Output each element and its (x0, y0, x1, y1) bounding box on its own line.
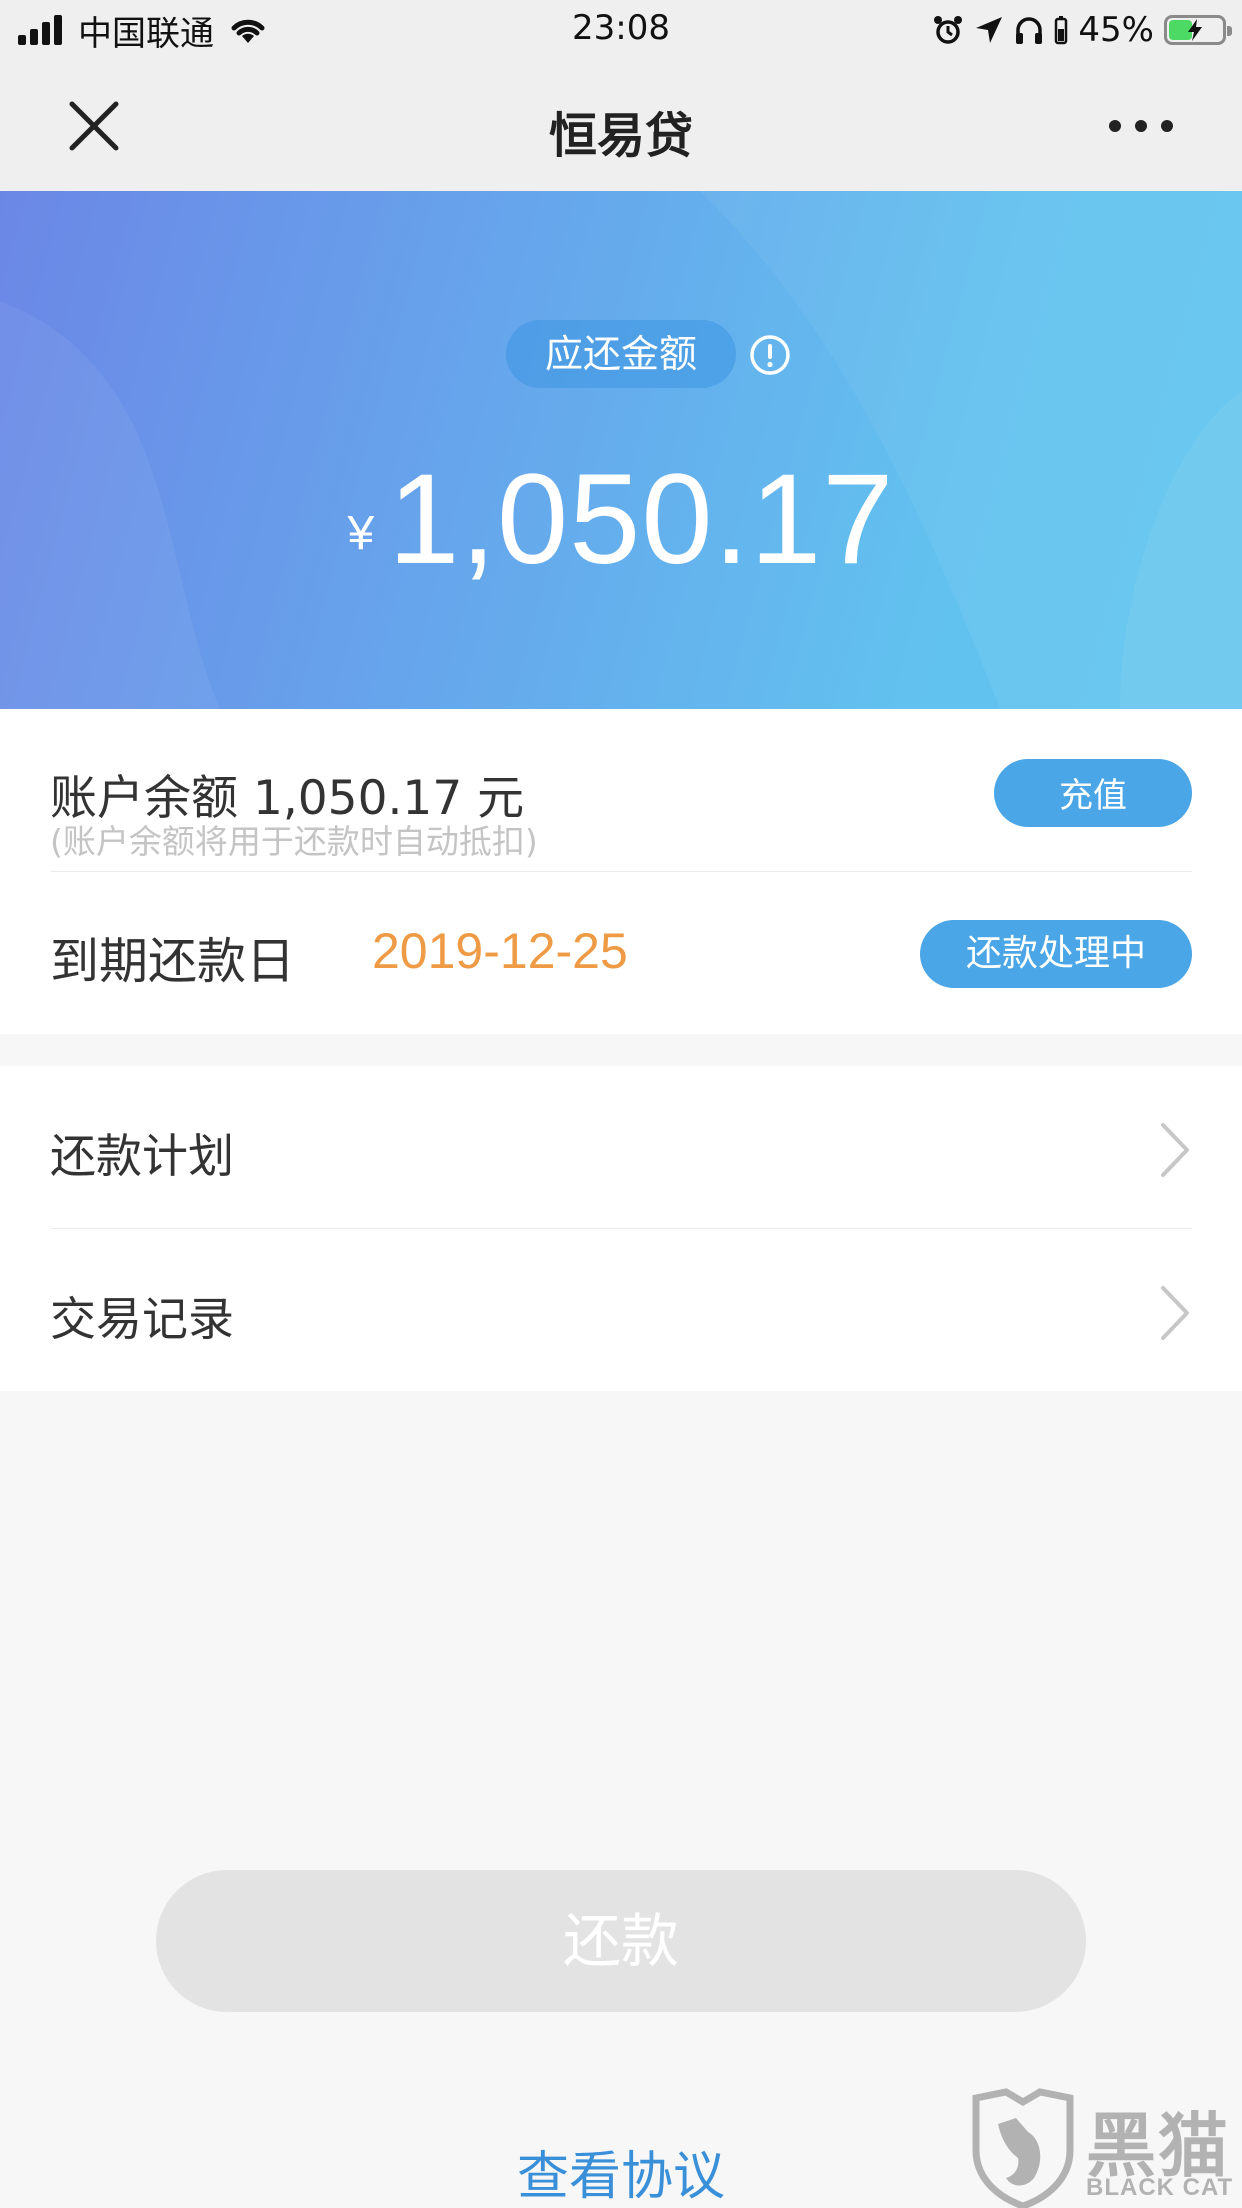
status-bar: 中国联通 23:08 45% (0, 0, 1242, 60)
black-cat-watermark: 黑猫 BLACK CAT (968, 2088, 1242, 2208)
more-dots-icon[interactable] (1106, 115, 1176, 137)
due-amount-label: 应还金额 (506, 320, 736, 388)
black-cat-logo-icon (972, 2088, 1074, 2208)
chevron-right-icon (1161, 1123, 1189, 1177)
list-item-transaction-records[interactable]: 交易记录 (0, 1229, 1242, 1391)
charging-bolt-icon (1188, 19, 1202, 41)
list-item-repayment-plan[interactable]: 还款计划 (0, 1066, 1242, 1228)
menu-card: 还款计划 交易记录 (0, 1066, 1242, 1391)
repay-button[interactable]: 还款 (156, 1870, 1086, 2012)
repayment-status-button[interactable]: 还款处理中 (920, 920, 1192, 988)
battery-percent: 45% (1078, 10, 1154, 50)
alarm-icon (934, 16, 963, 44)
headphone-battery-icon (1055, 16, 1068, 45)
headphones-icon (1016, 17, 1043, 44)
currency-symbol: ¥ (347, 507, 375, 560)
watermark-text-en: BLACK CAT (1086, 2174, 1234, 2201)
due-amount: ¥1,050.17 (0, 446, 1242, 593)
due-date-label: 到期还款日 (50, 933, 296, 990)
topup-button[interactable]: 充值 (994, 759, 1192, 827)
amount-banner: 应还金额 ¥1,050.17 (0, 191, 1242, 709)
nav-bar: 恒易贷 (0, 60, 1242, 191)
list-item-label: 交易记录 (50, 1292, 234, 1346)
balance-note: (账户余额将用于还款时自动抵扣) (50, 822, 538, 861)
status-right: 45% (932, 8, 1232, 52)
divider (50, 871, 1192, 872)
amount-value: 1,050.17 (388, 448, 895, 591)
page-title: 恒易贷 (548, 108, 693, 164)
list-item-label: 还款计划 (50, 1129, 234, 1183)
chevron-right-icon (1161, 1286, 1189, 1340)
account-card: 账户余额 1,050.17 元 (账户余额将用于还款时自动抵扣) 充值 到期还款… (0, 709, 1242, 1034)
location-arrow-icon (976, 17, 1003, 43)
due-date-value: 2019-12-25 (372, 923, 628, 979)
battery-icon (1164, 15, 1232, 45)
info-icon[interactable] (748, 333, 792, 377)
